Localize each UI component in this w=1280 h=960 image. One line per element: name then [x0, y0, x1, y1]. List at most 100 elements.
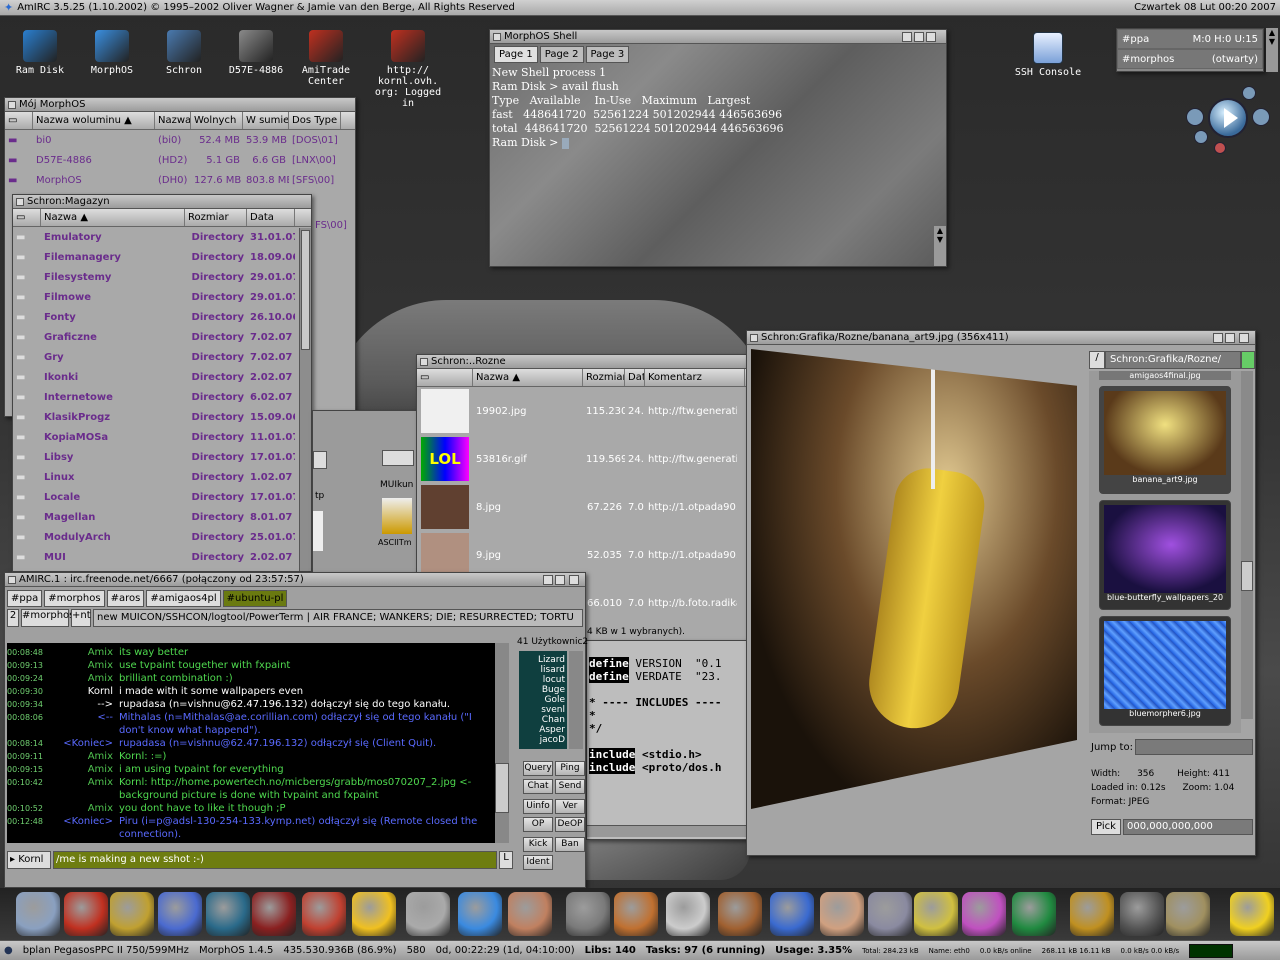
list-item[interactable]: ▬ Graficzne Directory 7.02.07: [13, 327, 311, 347]
close-gadget[interactable]: [8, 101, 16, 109]
channel-list-window[interactable]: #ppa M:0 H:0 U:15 #morphos (otwarty): [1116, 28, 1264, 72]
magazyn-header[interactable]: ▭ Nazwa ▲ Rozmiar Data: [13, 209, 311, 227]
thumb-list[interactable]: amigaos4final.jpg banana_art9.jpg blue-b…: [1089, 371, 1241, 733]
window-titlebar[interactable]: Schron:Magazyn: [13, 195, 311, 209]
close-gadget[interactable]: [493, 33, 501, 41]
file-row[interactable]: 19902.jpg 115.230 24. http://ftw.generatio: [417, 387, 751, 435]
desktop-icon[interactable]: http:// kornl.ovh. org: Logged in: [372, 30, 444, 109]
irc-log[interactable]: 00:08:48 Amix its way better 00:09:13 Amix us…: [7, 643, 495, 843]
search-icon[interactable]: [868, 892, 912, 936]
irc-channel-tabs[interactable]: #ppa #morphos #aros #amigaos4pl #ubuntu-pl: [5, 587, 585, 609]
list-item[interactable]: ▬ Fonty Directory 26.10.06: [13, 307, 311, 327]
disk-icon[interactable]: [406, 892, 450, 936]
stop-button[interactable]: [1194, 130, 1208, 144]
desktop-icon[interactable]: AmiTrade Center: [290, 30, 362, 87]
morphos-butterfly-icon[interactable]: ✦: [4, 1, 13, 14]
col-comment[interactable]: Komentarz: [645, 369, 745, 386]
iconify-gadget[interactable]: [1225, 333, 1235, 343]
volume-row[interactable]: ▬ bi0 (bi0) 52.4 MB 53.9 MB [DOS\01]: [5, 130, 355, 150]
thumb-scrollbar[interactable]: [1241, 371, 1253, 719]
irc-ver-button[interactable]: Ver: [555, 799, 585, 814]
irc-tab-1[interactable]: #morphos: [44, 590, 105, 607]
window-titlebar[interactable]: AMIRC.1 : irc.freenode.net/6667 (połączo…: [5, 573, 585, 587]
gl-icon[interactable]: [1070, 892, 1114, 936]
path-dropdown-icon[interactable]: [1241, 351, 1255, 369]
irc-uinfo-button[interactable]: Uinfo: [523, 799, 553, 814]
desktop-icon[interactable]: D57E-4886: [220, 30, 292, 76]
channel-list-scroll[interactable]: ▲ ▼: [1266, 28, 1278, 72]
wing-icon[interactable]: [458, 892, 502, 936]
user-item[interactable]: jacoD: [521, 735, 565, 745]
irc-input-row[interactable]: ▸ Kornl /me is making a new sshot :-) L: [7, 851, 513, 869]
book-icon[interactable]: [770, 892, 814, 936]
list-item[interactable]: ▬ Linux Directory 1.02.07: [13, 467, 311, 487]
magazyn-window[interactable]: Schron:Magazyn ▭ Nazwa ▲ Rozmiar Data ▬ E…: [12, 194, 312, 572]
desktop-icon[interactable]: Schron: [148, 30, 220, 76]
volume-row[interactable]: ▬ D57E-4886 (HD2) 5.1 GB 6.6 GB [LNX\00]: [5, 150, 355, 170]
iconify-gadget[interactable]: [902, 32, 912, 42]
irc-tab-3[interactable]: #amigaos4pl: [146, 590, 221, 607]
col-date[interactable]: Data: [247, 209, 295, 226]
file-row[interactable]: LOL 53816r.gif 119.569 24. http://ftw.genera…: [417, 435, 751, 483]
user-item[interactable]: svenl: [521, 705, 565, 715]
col-free[interactable]: Wolnych: [191, 112, 243, 129]
col-dev[interactable]: Nazwa: [155, 112, 191, 129]
doll-icon[interactable]: [718, 892, 762, 936]
close-gadget[interactable]: [750, 334, 758, 342]
shell-output[interactable]: New Shell process 1 Ram Disk > avail flus…: [490, 63, 946, 153]
bg-button[interactable]: [313, 451, 327, 469]
monitor-icon[interactable]: [1012, 892, 1056, 936]
user-item[interactable]: locut: [521, 675, 565, 685]
media-player[interactable]: [1180, 86, 1272, 158]
irc-topic-row[interactable]: 2 #morphos +nt new MUICON/SSHCON/logtool…: [5, 609, 585, 627]
tab-page-3[interactable]: Page 3: [585, 46, 630, 63]
zoom-gadget[interactable]: [1213, 333, 1223, 343]
editor-hscroll[interactable]: [587, 825, 753, 837]
keys-icon[interactable]: [666, 892, 710, 936]
message-input[interactable]: /me is making a new sshot :-): [53, 851, 497, 869]
col-size[interactable]: Rozmiar: [185, 209, 247, 226]
list-item[interactable]: ▬ ModulyArch Directory 25.01.07: [13, 527, 311, 547]
ssh-console-icon[interactable]: SSH Console: [1012, 32, 1084, 78]
irc-ident-button[interactable]: Ident: [523, 855, 553, 870]
irc-tab-0[interactable]: #ppa: [7, 590, 43, 607]
irc-ban-button[interactable]: Ban: [555, 837, 585, 852]
users-list[interactable]: Lizard lisard locut Buge Gole svenl Chan Asper j…: [519, 651, 567, 749]
channel-row[interactable]: #morphos (otwarty): [1117, 49, 1263, 69]
input-mode-button[interactable]: L: [499, 851, 513, 869]
list-item[interactable]: ▬ MUI Directory 2.02.07: [13, 547, 311, 567]
cube-icon[interactable]: [566, 892, 610, 936]
irc-send-button[interactable]: Send: [555, 779, 585, 794]
user-item[interactable]: Lizard: [521, 655, 565, 665]
shell-tabs[interactable]: Page 1 Page 2 Page 3: [490, 44, 946, 63]
mouse-icon[interactable]: [64, 892, 108, 936]
jump-input[interactable]: [1135, 739, 1253, 755]
user-item[interactable]: Buge: [521, 685, 565, 695]
ambient-icon[interactable]: [158, 892, 202, 936]
users-scrollbar[interactable]: [569, 651, 583, 749]
col-date[interactable]: Dat: [625, 369, 645, 386]
col-name[interactable]: Nazwa ▲: [473, 369, 583, 386]
cards-icon[interactable]: [614, 892, 658, 936]
irc-tab-4[interactable]: #ubuntu-pl: [222, 590, 288, 607]
list-item[interactable]: ▬ Locale Directory 17.01.07: [13, 487, 311, 507]
close-gadget[interactable]: [420, 358, 428, 366]
irc-log-scrollbar[interactable]: [495, 643, 509, 843]
prev-button[interactable]: [1186, 108, 1204, 126]
desktop-icon[interactable]: Ram Disk: [4, 30, 76, 76]
list-item[interactable]: ▬ Gry Directory 7.02.07: [13, 347, 311, 367]
col-total[interactable]: W sumie: [243, 112, 289, 129]
image-area[interactable]: [751, 349, 1079, 809]
col-size[interactable]: Rozmiar: [583, 369, 625, 386]
shell-scrollbar[interactable]: ▲ ▼: [934, 226, 946, 266]
chan-topic[interactable]: new MUICON/SSHCON/logtool/PowerTerm | AI…: [93, 609, 583, 627]
bg-button-2[interactable]: [382, 450, 414, 466]
shell-window[interactable]: MorphOS Shell Page 1 Page 2 Page 3 New S…: [489, 29, 947, 267]
smiley-icon[interactable]: [352, 892, 396, 936]
gauge-icon[interactable]: [914, 892, 958, 936]
gun-icon[interactable]: [1120, 892, 1164, 936]
irc-query-button[interactable]: Query: [523, 761, 553, 776]
file-row[interactable]: 8.jpg 67.226 7.0 http://1.otpada90.z: [417, 483, 751, 531]
printer-icon[interactable]: [820, 892, 864, 936]
col-dostype[interactable]: Dos Type: [289, 112, 341, 129]
